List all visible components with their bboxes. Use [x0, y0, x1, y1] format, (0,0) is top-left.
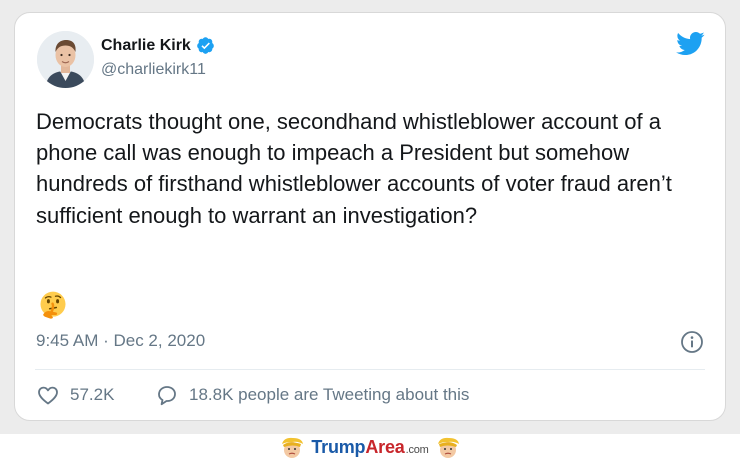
trump-caricature-icon-right: [437, 437, 459, 458]
verified-badge-icon: [196, 37, 214, 54]
info-icon[interactable]: [680, 330, 704, 354]
heart-icon: [38, 386, 58, 405]
conversation-link[interactable]: 18.8K people are Tweeting about this: [155, 383, 469, 407]
tweet-card: Charlie Kirk @charliekirk11 Democrats th…: [14, 12, 726, 421]
avatar[interactable]: [37, 31, 94, 88]
tweet-timestamp[interactable]: 9:45 AM · Dec 2, 2020: [36, 331, 205, 351]
thinking-face-icon: [40, 291, 66, 319]
like-count: 57.2K: [70, 385, 115, 404]
speech-bubble-icon: [158, 386, 176, 406]
avatar-image: [37, 31, 94, 88]
brand-logo[interactable]: Trump Area .com: [311, 437, 428, 458]
tweet-text: Democrats thought one, secondhand whistl…: [36, 109, 672, 228]
author-name[interactable]: Charlie Kirk: [101, 37, 191, 55]
twitter-bird-icon[interactable]: [675, 31, 705, 56]
conversation-text: 18.8K people are Tweeting about this: [189, 385, 470, 404]
divider: [35, 369, 705, 370]
author-handle[interactable]: @charliekirk11: [101, 61, 206, 79]
author-row: Charlie Kirk: [101, 36, 215, 55]
like-button[interactable]: 57.2K: [36, 383, 114, 407]
watermark-footer: Trump Area .com: [0, 434, 740, 461]
trump-caricature-icon: [282, 437, 304, 458]
